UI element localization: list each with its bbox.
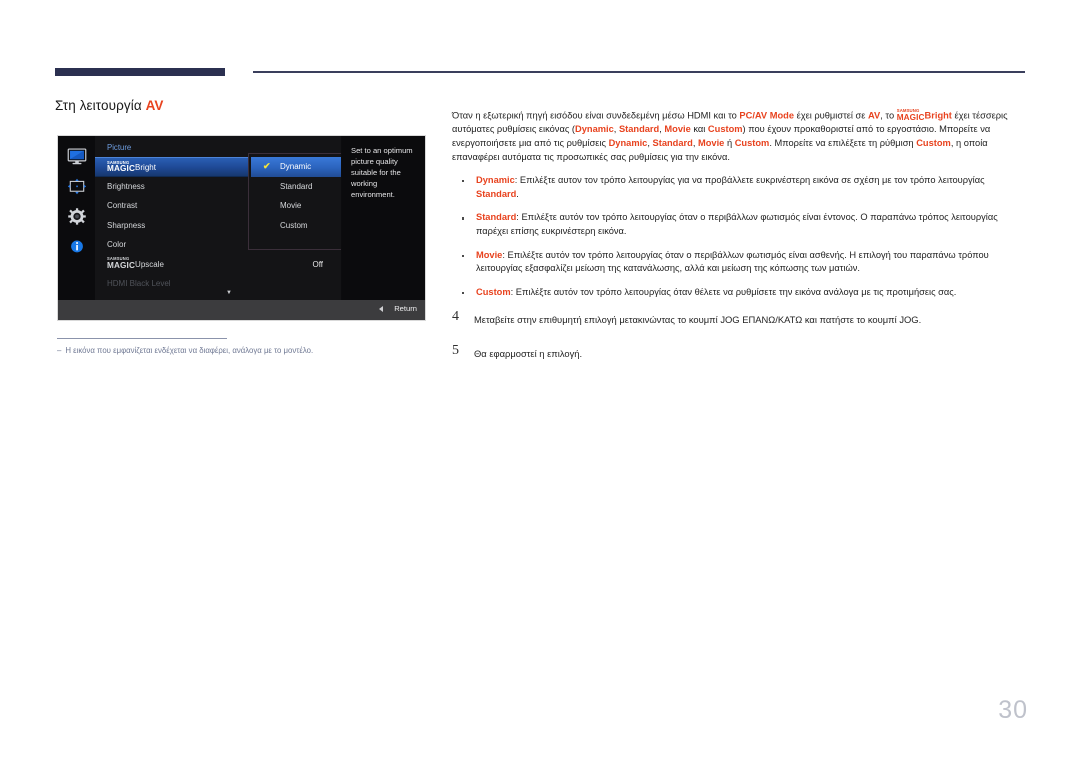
note-text: ‒ Η εικόνα που εμφανίζεται ενδέχεται να δ… [57,345,437,357]
bullet-term: Movie [476,249,503,260]
mode-bullet-list: Dynamic: Επιλέξτε αυτον τον τρόπο λειτου… [452,174,1027,299]
para-seg: και [690,124,708,135]
left-triangle-icon[interactable] [379,306,383,312]
menu-item-value: Off [312,259,323,269]
step-text: Θα εφαρμοστεί η επιλογή. [474,348,583,360]
samsung-magic-logo-inline: SAMSUNG MAGIC [896,108,925,122]
step-text: Μεταβείτε στην επιθυμητή επιλογή μετακιν… [474,314,922,326]
main-content-column: Όταν η εξωτερική πηγή εισόδου είναι συνδ… [452,99,1027,381]
menu-item-label: Upscale [135,259,164,269]
osd-help-text: Set to an optimum picture quality suitab… [341,136,425,300]
check-icon: ✔ [263,161,271,171]
highlight-custom: Custom [707,124,743,135]
step-number: 4 [452,309,459,325]
osd-menu-list: Picture SAMSUNG MAGIC Bright Brightness … [95,136,341,300]
list-item: Dynamic: Επιλέξτε αυτον τον τρόπο λειτου… [452,174,1027,201]
submenu-item-label: Dynamic [280,162,312,171]
highlight-bright: Bright [924,110,952,121]
para-seg: Όταν η εξωτερική πηγή εισόδου είναι συνδ… [452,110,740,121]
document-page: Στη λειτουργία AV Picture SAMSUNG MAGIC … [0,0,1080,763]
bullet-inline-highlight: Standard [476,188,517,199]
page-number: 30 [998,696,1028,724]
menu-item-label: Contrast [107,201,138,210]
list-item: Movie: Επιλέξτε αυτόν τον τρόπο λειτουργ… [452,249,1027,276]
step-item-4: 4 Μεταβείτε στην επιθυμητή επιλογή μετακ… [452,309,1027,327]
highlight-movie-2: Movie [698,138,725,149]
bullet-text: : Επιλέξτε αυτον τον τρόπο λειτουργίας γ… [514,175,985,186]
submenu-item-label: Standard [280,181,313,191]
menu-item-label: Color [107,240,127,249]
osd-screenshot: Picture SAMSUNG MAGIC Bright Brightness … [57,135,426,321]
highlight-movie: Movie [664,124,691,135]
bullet-term: Custom [476,286,511,297]
osd-return-label[interactable]: Return [394,304,417,313]
menu-item-label: Bright [135,163,156,173]
highlight-dynamic: Dynamic [575,124,614,135]
samsung-magic-logo: SAMSUNG MAGIC [107,256,136,270]
menu-item-magicbright[interactable]: SAMSUNG MAGIC Bright [95,157,255,177]
osd-icon-rail [58,136,95,300]
osd-submenu: ✔ Dynamic Standard Movie Custom [248,153,341,250]
highlight-custom-3: Custom [916,138,951,149]
highlight-dynamic-2: Dynamic [608,138,648,149]
bullet-text: : Επιλέξτε αυτόν τον τρόπο λειτουργίας ό… [476,249,989,274]
highlight-custom-2: Custom [734,138,770,149]
monitor-icon[interactable] [67,148,87,165]
menu-item-hdmi-black-level: HDMI Black Level [95,274,341,294]
info-icon[interactable] [67,238,87,255]
menu-item-label: HDMI Black Level [107,279,171,288]
step-item-5: 5 Θα εφαρμοστεί η επιλογή. [452,343,1027,361]
section-title-prefix: Στη λειτουργία [55,98,146,113]
highlight-pcav-mode: PC/AV Mode [739,110,794,121]
list-item: Custom: Επιλέξτε αυτόν τον τρόπο λειτουρ… [452,286,1027,300]
submenu-item-custom[interactable]: Custom [249,216,341,236]
highlight-standard: Standard [618,124,660,135]
step-list: 4 Μεταβείτε στην επιθυμητή επιλογή μετακ… [452,309,1027,361]
submenu-item-standard[interactable]: Standard [249,177,341,197]
picture-size-icon[interactable] [67,178,87,195]
submenu-item-label: Custom [280,220,308,230]
submenu-item-label: Movie [280,201,302,210]
intro-paragraph: Όταν η εξωτερική πηγή εισόδου είναι συνδ… [452,108,1027,164]
bullet-term: Standard [476,212,517,223]
bullet-text-after: . [516,188,519,199]
gear-icon[interactable] [67,208,87,225]
osd-footer-bar: Return [58,300,425,320]
note-separator [57,338,227,339]
highlight-standard-2: Standard [652,138,693,149]
menu-item-magicupscale[interactable]: SAMSUNG MAGIC Upscale Off [95,255,341,275]
note-dash: ‒ [57,346,62,355]
scroll-down-icon[interactable]: ▼ [226,290,232,296]
bullet-term: Dynamic [476,175,515,186]
para-seg: έχει ρυθμιστεί σε [793,110,869,121]
bullet-text: : Επιλέξτε αυτόν τον τρόπο λειτουργίας ό… [476,212,998,237]
header-rule-thin [253,71,1025,73]
submenu-item-dynamic[interactable]: ✔ Dynamic [251,157,341,177]
para-seg: , το [880,110,897,121]
bullet-text: : Επιλέξτε αυτόν τον τρόπο λειτουργίας ό… [510,286,957,297]
header-rule-thick [55,68,225,76]
header-rule [55,66,1025,78]
section-title-accent: AV [145,98,164,113]
samsung-magic-logo: SAMSUNG MAGIC [107,159,136,174]
para-seg: ή [724,138,735,149]
highlight-av: AV [868,110,881,121]
submenu-item-movie[interactable]: Movie [249,196,341,216]
note-body: Η εικόνα που εμφανίζεται ενδέχεται να δι… [65,346,314,355]
menu-item-label: Sharpness [107,220,146,230]
para-seg: . Μπορείτε να επιλέξετε τη ρύθμιση [769,138,917,149]
section-title: Στη λειτουργία AV [55,98,164,113]
list-item: Standard: Επιλέξτε αυτόν τον τρόπο λειτο… [452,211,1027,238]
step-number: 5 [452,343,459,359]
menu-item-label: Brightness [107,181,145,191]
